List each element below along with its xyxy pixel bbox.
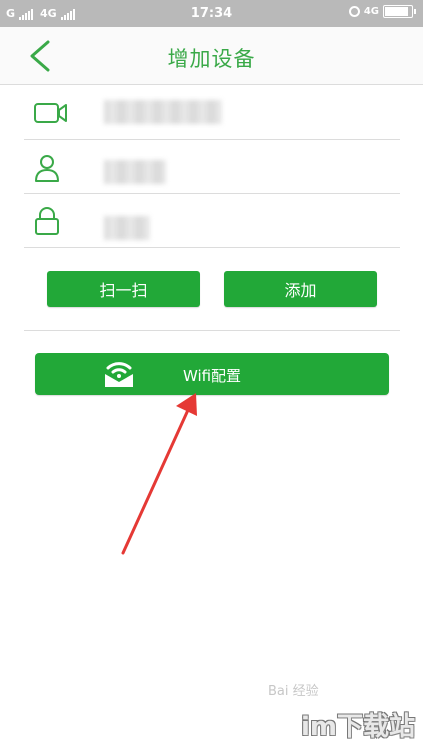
baidu-watermark: Bai 经验 [268, 684, 319, 699]
site-watermark: im下载站 [300, 712, 415, 742]
annotation-arrow [121, 393, 197, 555]
